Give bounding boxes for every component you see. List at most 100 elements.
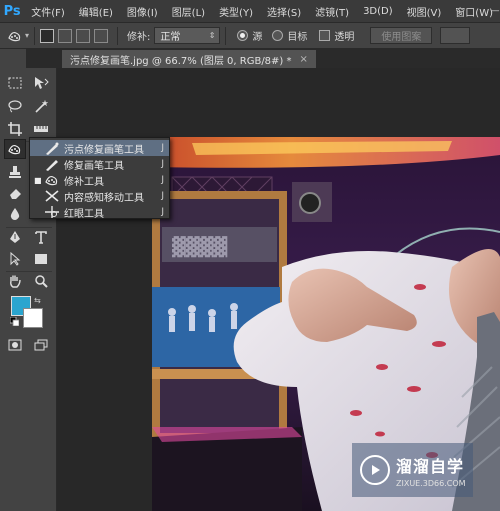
patch-icon [8,144,21,155]
path-select-icon [10,252,21,266]
rectangle-icon [35,254,47,264]
menu-type[interactable]: 类型(Y) [212,4,260,19]
hand-tool[interactable] [4,271,26,291]
flyout-item-label: 污点修复画笔工具 [64,144,144,156]
flyout-item-red-eye[interactable]: 红眼工具 J [30,204,169,220]
patch-mode-select[interactable]: 正常 ⇕ [154,27,221,44]
use-pattern-button[interactable]: 使用图案 [370,27,433,44]
flyout-item-label: 内容感知移动工具 [64,192,144,204]
photoshop-logo: Ps [3,3,21,19]
magic-wand-tool[interactable] [30,96,52,116]
shortcut-key: J [161,175,164,185]
menu-filter[interactable]: 滤镜(T) [308,4,356,19]
shortcut-key: J [161,159,164,169]
patch-label: 修补: [127,32,151,43]
options-bar: ▾ 修补: 正常 ⇕ 源 目标 透明 使用图案 [0,22,500,49]
blur-tool[interactable] [4,204,26,224]
lasso-icon [8,100,22,113]
zoom-tool[interactable] [30,271,52,291]
source-radio[interactable] [237,30,249,41]
menu-layer[interactable]: 图层(L) [165,4,212,19]
document-tab[interactable]: 污点修复画笔.jpg @ 66.7% (图层 0, RGB/8#) * × [62,50,316,68]
menu-view[interactable]: 视图(V) [400,4,449,19]
minimize-button[interactable]: — [490,0,500,22]
zoom-icon [35,275,48,288]
tool-preset-picker[interactable] [6,27,24,45]
watermark: 溜溜自学 ZIXUE.3D66.COM [352,443,473,497]
spot-healing-brush-icon [44,141,60,155]
flyout-item-label: 修补工具 [64,176,104,188]
clone-stamp-tool[interactable] [4,162,26,182]
menu-select[interactable]: 选择(S) [260,4,308,19]
healing-tools-flyout: 污点修复画笔工具 J 修复画笔工具 J ■ 修补工具 J 内容感知移动工具 J … [29,137,170,220]
marquee-icon [8,77,22,89]
menu-edit[interactable]: 编辑(E) [72,4,120,19]
content-aware-move-icon [44,189,60,203]
subtract-from-selection-button[interactable] [76,28,91,43]
ruler-icon [34,126,48,132]
target-radio[interactable] [272,30,284,41]
swap-colors-icon[interactable]: ⇆ [34,296,41,305]
play-icon [360,455,390,485]
background-color-swatch[interactable] [23,308,43,328]
target-label: 目标 [287,32,308,43]
select-arrows-icon: ⇕ [208,31,216,40]
menu-bar: Ps 文件(F) 编辑(E) 图像(I) 图层(L) 类型(Y) 选择(S) 滤… [0,0,500,22]
watermark-text: 溜溜自学 ZIXUE.3D66.COM [396,453,466,488]
path-selection-tool[interactable] [4,249,26,269]
patch-icon [44,173,60,187]
healing-brush-icon [44,157,60,171]
menu-3d[interactable]: 3D(D) [356,6,400,17]
move-tool[interactable] [30,73,52,93]
rectangle-tool[interactable] [30,249,52,269]
stamp-icon [9,166,21,178]
flyout-item-patch[interactable]: ■ 修补工具 J [30,172,169,188]
transparent-checkbox[interactable] [319,30,331,41]
menu-file[interactable]: 文件(F) [24,4,72,19]
close-icon[interactable]: × [300,54,308,65]
intersect-selection-button[interactable] [94,28,109,43]
new-selection-button[interactable] [40,28,55,43]
quick-mask-icon [8,339,22,351]
hand-icon [10,275,21,288]
flyout-item-label: 红眼工具 [64,208,104,220]
drop-icon [10,208,20,220]
flyout-item-spot-healing-brush[interactable]: 污点修复画笔工具 J [30,140,169,156]
current-tool-bullet: ■ [34,175,42,185]
flyout-item-healing-brush[interactable]: 修复画笔工具 J [30,156,169,172]
flyout-item-label: 修复画笔工具 [64,160,124,172]
pattern-picker[interactable] [440,27,471,44]
document-tab-bar: 污点修复画笔.jpg @ 66.7% (图层 0, RGB/8#) * × [26,49,500,68]
crop-icon [8,122,22,136]
pen-icon [10,231,20,243]
eraser-tool[interactable] [4,183,26,203]
marquee-tool[interactable] [4,73,26,93]
eraser-icon [10,189,21,199]
watermark-url: ZIXUE.3D66.COM [396,478,466,488]
shortcut-key: J [161,143,164,153]
divider [225,26,227,45]
blurred-sign-text: ▓▓▓▓ [172,236,228,258]
ruler-tool[interactable] [30,119,52,139]
chevron-down-icon[interactable]: ▾ [25,31,29,40]
toolbox: ⇆ [0,49,57,511]
document-title: 污点修复画笔.jpg @ 66.7% (图层 0, RGB/8#) * [70,55,292,67]
flyout-item-content-aware-move[interactable]: 内容感知移动工具 J [30,188,169,204]
lasso-tool[interactable] [4,96,26,116]
quick-mask-button[interactable] [4,335,26,355]
patch-tool[interactable] [4,139,26,159]
pen-tool[interactable] [4,227,26,247]
menu-image[interactable]: 图像(I) [120,4,165,19]
patch-mode-value: 正常 [160,32,181,43]
screen-mode-button[interactable] [30,335,52,355]
red-eye-icon [44,205,60,219]
shortcut-key: J [161,191,164,201]
move-icon [35,77,49,89]
add-to-selection-button[interactable] [58,28,73,43]
screen-mode-icon [34,339,48,351]
window-controls: — [490,0,500,22]
crop-tool[interactable] [4,119,26,139]
default-colors-icon[interactable] [9,316,20,327]
shortcut-key: J [161,207,164,217]
type-tool[interactable] [30,227,52,247]
